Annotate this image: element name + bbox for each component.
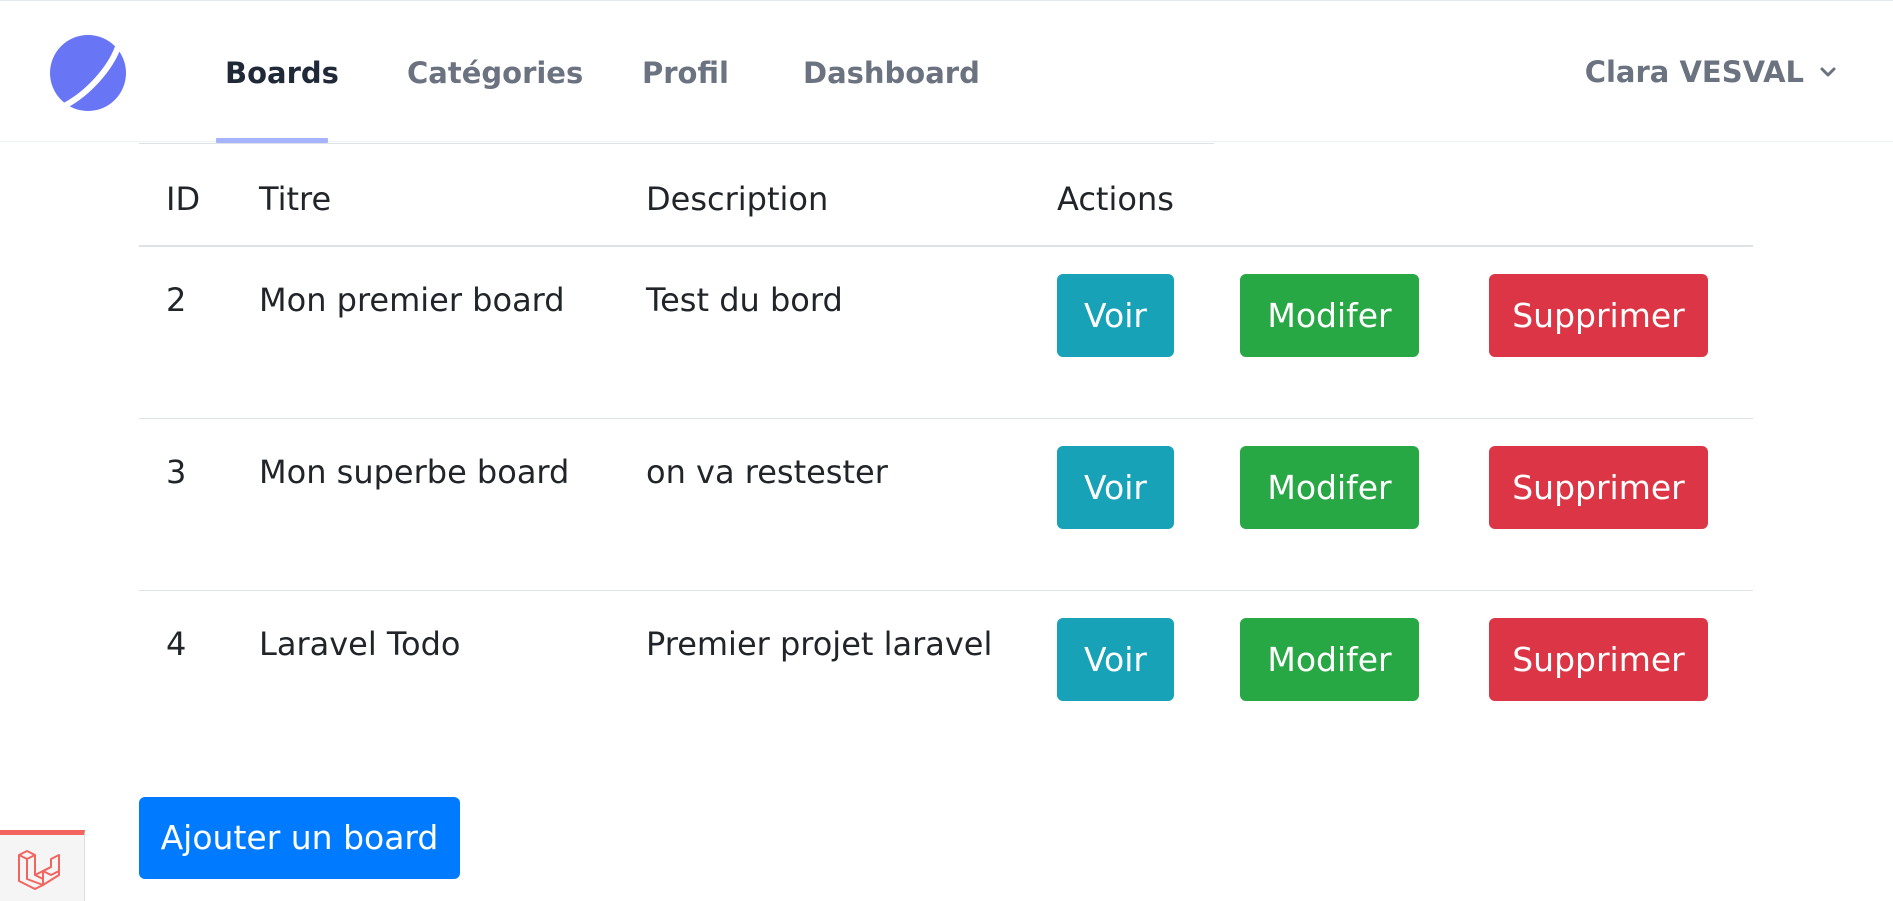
cell-actions: Voir Modifer Supprimer [1057, 590, 1753, 762]
view-button[interactable]: Voir [1057, 445, 1174, 529]
add-board-button[interactable]: Ajouter un board [139, 797, 460, 879]
table-row: 3 Mon superbe board on va restester Voir… [139, 418, 1753, 591]
column-header-id: ID [139, 145, 259, 247]
view-button[interactable]: Voir [1057, 617, 1174, 701]
nav-dashboard[interactable]: Dashboard [803, 56, 980, 90]
user-menu[interactable]: Clara VESVAL [1585, 55, 1838, 89]
nav-profil[interactable]: Profil [642, 56, 729, 90]
table-row: 4 Laravel Todo Premier projet laravel Vo… [139, 590, 1753, 762]
top-navigation: Boards Catégories Profil Dashboard Clara… [0, 0, 1893, 143]
column-header-actions: Actions [1057, 145, 1753, 247]
cell-id: 2 [139, 246, 259, 419]
column-header-title: Titre [259, 145, 646, 247]
cell-actions: Voir Modifer Supprimer [1057, 246, 1753, 419]
edit-button[interactable]: Modifer [1240, 274, 1419, 357]
delete-button[interactable]: Supprimer [1489, 617, 1708, 701]
cell-title: Mon superbe board [259, 418, 646, 591]
chevron-down-icon [1820, 67, 1836, 77]
edit-button[interactable]: Modifer [1240, 617, 1419, 701]
debugbar-toggle[interactable] [0, 830, 85, 901]
page: Boards Catégories Profil Dashboard Clara… [0, 0, 1893, 901]
column-header-description: Description [646, 145, 1057, 247]
table-header-row: ID Titre Description Actions [139, 145, 1753, 247]
delete-button[interactable]: Supprimer [1489, 445, 1708, 529]
user-name: Clara VESVAL [1584, 55, 1804, 89]
cell-actions: Voir Modifer Supprimer [1057, 418, 1753, 591]
cell-id: 3 [139, 418, 259, 591]
boards-table: ID Titre Description Actions 2 Mon premi… [139, 145, 1753, 762]
cell-description: Premier projet laravel [646, 624, 993, 663]
edit-button[interactable]: Modifer [1240, 445, 1419, 529]
cell-title: Laravel Todo [259, 624, 461, 663]
cell-id: 4 [166, 624, 187, 663]
laravel-icon [18, 850, 60, 890]
delete-button[interactable]: Supprimer [1489, 274, 1708, 357]
nav-divider [139, 143, 1214, 144]
cell-description: Test du bord [646, 246, 1057, 419]
view-button[interactable]: Voir [1057, 274, 1174, 357]
nav-boards[interactable]: Boards [225, 56, 339, 90]
nav-categories[interactable]: Catégories [407, 56, 583, 90]
table-row: 2 Mon premier board Test du bord Voir Mod… [139, 246, 1753, 419]
planet-logo-icon[interactable] [48, 33, 130, 113]
cell-description: on va restester [646, 418, 1057, 591]
cell-title: Mon premier board [259, 246, 646, 419]
